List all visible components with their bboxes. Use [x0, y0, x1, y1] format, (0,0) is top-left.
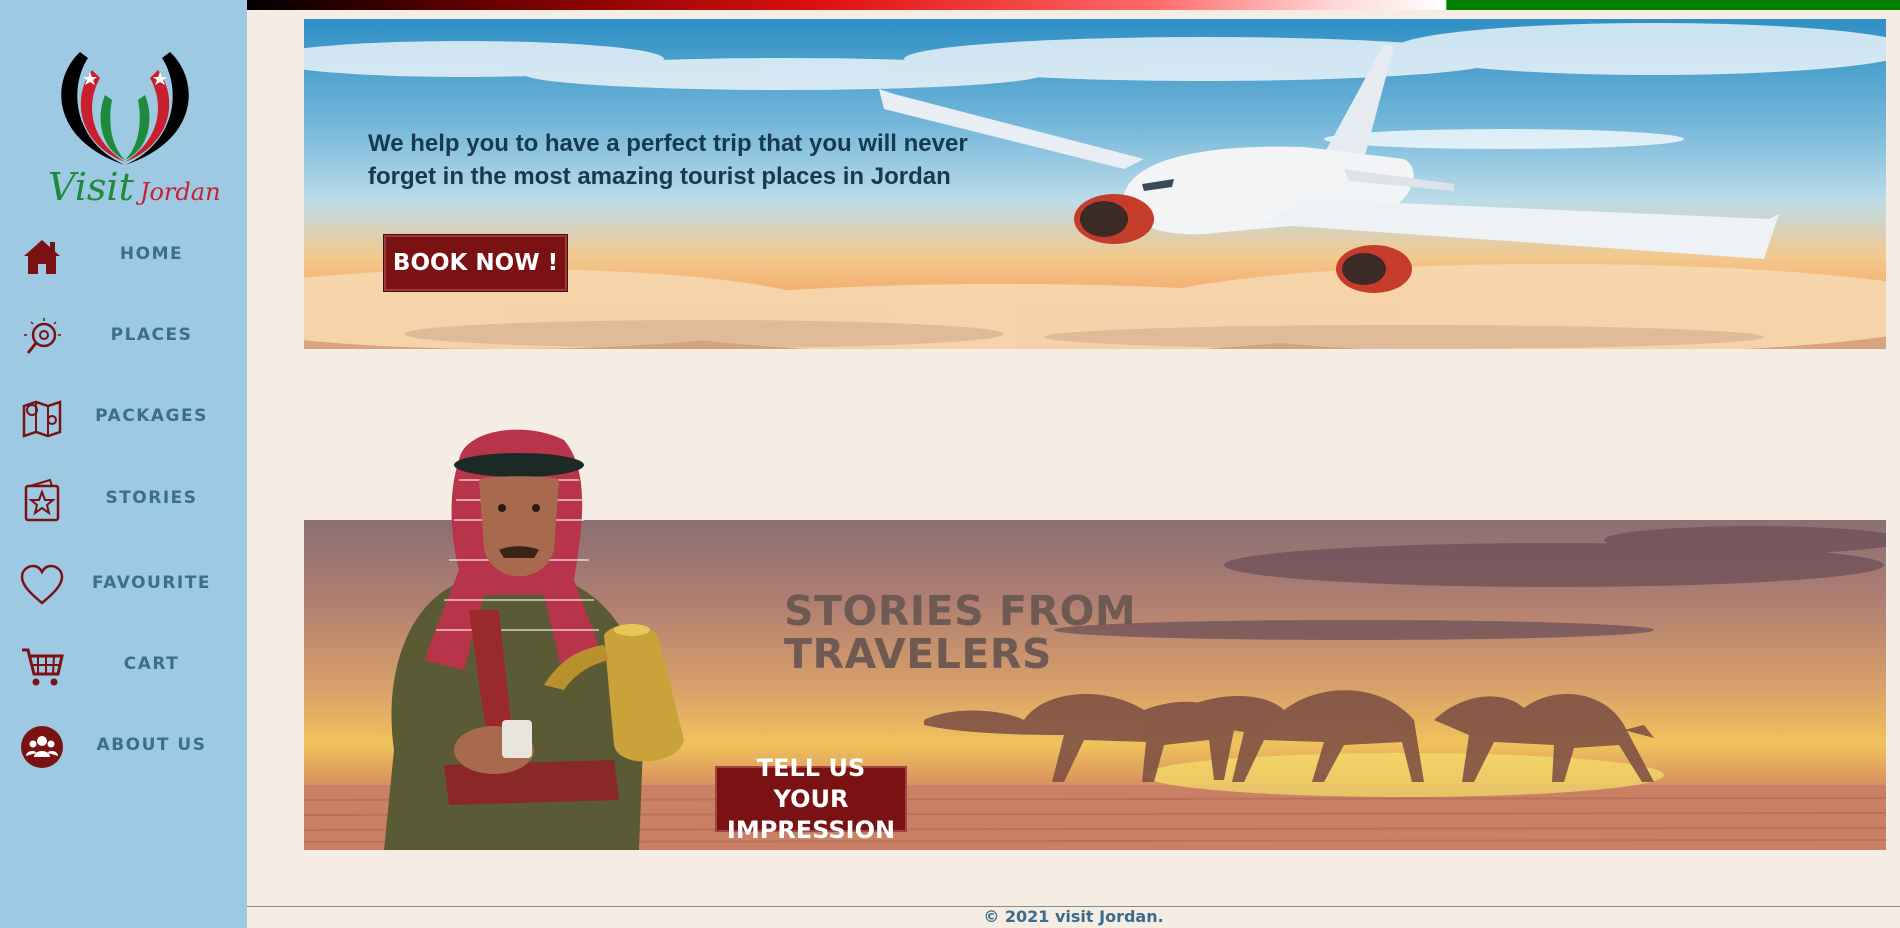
- bedouin-man-image: [384, 429, 684, 850]
- sidebar-item-label: FAVOURITE: [92, 573, 211, 593]
- sidebar-item-label: STORIES: [105, 488, 198, 508]
- tell-impression-button[interactable]: TELL US YOUR IMPRESSION: [715, 754, 907, 844]
- stories-banner: STORIES FROM TRAVELERS TELL US YOUR IMPR…: [304, 429, 1886, 850]
- sidebar-item-packages[interactable]: PACKAGES: [20, 388, 235, 444]
- star-book-icon: [24, 478, 60, 522]
- places-compass-icon: [24, 318, 61, 354]
- sidebar-item-favourite[interactable]: FAVOURITE: [20, 555, 235, 611]
- sidebar-item-label: PLACES: [110, 325, 193, 345]
- home-icon: [24, 240, 60, 274]
- sidebar-item-about-us[interactable]: ABOUT US: [20, 717, 235, 773]
- logo-jordan-text: Jordan: [139, 178, 221, 206]
- logo-wordmark: Visit Jordan: [48, 165, 221, 209]
- book-now-button[interactable]: BOOK NOW !: [384, 235, 567, 291]
- stories-heading: STORIES FROM TRAVELERS: [784, 587, 1137, 678]
- sidebar-item-stories[interactable]: STORIES: [20, 470, 235, 526]
- sidebar-item-home[interactable]: HOME: [20, 226, 235, 282]
- sidebar-item-places[interactable]: PLACES: [20, 307, 235, 363]
- sidebar-item-cart[interactable]: CART: [20, 636, 235, 692]
- sidebar-item-label: PACKAGES: [95, 406, 208, 426]
- sidebar-item-label: CART: [123, 654, 180, 674]
- top-color-stripe: [247, 0, 1900, 10]
- sidebar: Visit Jordan HOME PLACES PACKAGES STORIE…: [0, 0, 247, 928]
- heart-icon: [20, 564, 64, 605]
- hero-tagline: We help you to have a perfect trip that …: [368, 130, 968, 190]
- people-icon: [21, 726, 63, 768]
- hero-banner: We help you to have a perfect trip that …: [304, 19, 1886, 349]
- cart-icon: [22, 648, 64, 686]
- logo-visit-text: Visit: [48, 165, 134, 209]
- sidebar-item-label: ABOUT US: [96, 735, 207, 755]
- sidebar-item-label: HOME: [119, 244, 184, 264]
- footer-copyright: © 2021 visit Jordan.: [983, 907, 1164, 926]
- map-pin-icon: [22, 400, 62, 438]
